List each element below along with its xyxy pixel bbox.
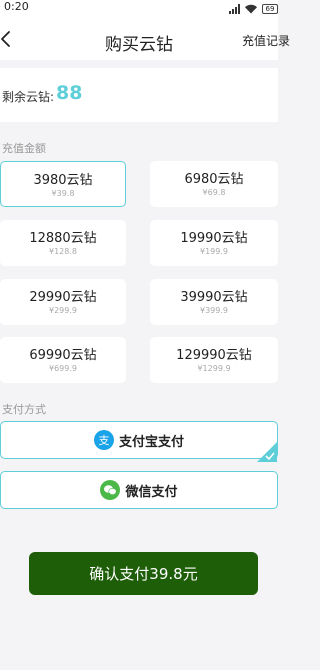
package-option[interactable]: 29990云钻 ¥299.9 — [0, 279, 126, 325]
status-bar: 0:20 69 — [0, 0, 278, 20]
nav-bar: 购买云钻 充值记录 — [0, 20, 290, 60]
wechat-pay-label: 微信支付 — [125, 484, 178, 500]
wechat-pay-option[interactable]: 微信支付 — [0, 471, 278, 509]
svg-text:支: 支 — [98, 434, 109, 447]
package-option[interactable]: 6980云钻 ¥69.8 — [150, 161, 278, 207]
package-price: ¥69.8 — [202, 188, 226, 197]
package-amount: 69990云钻 — [29, 348, 97, 363]
package-amount: 39990云钻 — [180, 290, 248, 305]
package-amount: 29990云钻 — [29, 290, 97, 305]
package-price: ¥128.8 — [49, 247, 77, 256]
balance-value: 88 — [56, 82, 83, 104]
package-amount: 129990云钻 — [176, 348, 252, 363]
package-option[interactable]: 129990云钻 ¥1299.9 — [150, 337, 278, 383]
status-icons: 69 — [229, 3, 278, 15]
page-title: 购买云钻 — [105, 35, 173, 55]
package-price: ¥699.9 — [49, 364, 77, 373]
package-amount: 19990云钻 — [180, 231, 248, 246]
alipay-option[interactable]: 支 支付宝支付 — [0, 421, 278, 462]
package-option[interactable]: 12880云钻 ¥128.8 — [0, 220, 126, 266]
wechat-icon — [100, 480, 121, 500]
package-price: ¥399.9 — [200, 306, 228, 315]
package-amount: 3980云钻 — [33, 173, 93, 188]
package-option[interactable]: 69990云钻 ¥699.9 — [0, 337, 126, 383]
status-time: 0:20 — [4, 0, 29, 13]
wifi-icon — [245, 4, 257, 14]
package-price: ¥39.8 — [51, 189, 75, 198]
package-price: ¥199.9 — [200, 247, 228, 256]
payment-section-label: 支付方式 — [2, 403, 46, 416]
battery-level: 69 — [265, 5, 275, 13]
amount-section-label: 充值金额 — [2, 142, 46, 155]
confirm-pay-button[interactable]: 确认支付39.8元 — [29, 552, 258, 595]
package-amount: 6980云钻 — [184, 172, 244, 187]
balance-card: 剩余云钻: 88 — [0, 68, 278, 122]
package-option[interactable]: 3980云钻 ¥39.8 — [0, 161, 126, 207]
alipay-label: 支付宝支付 — [118, 434, 184, 450]
balance-label: 剩余云钻: — [2, 90, 55, 104]
package-option[interactable]: 19990云钻 ¥199.9 — [150, 220, 278, 266]
package-amount: 12880云钻 — [29, 231, 97, 246]
package-price: ¥1299.9 — [197, 364, 231, 373]
selected-check-icon — [257, 442, 277, 462]
recharge-record-link[interactable]: 充值记录 — [242, 32, 290, 49]
battery-icon: 69 — [262, 4, 278, 14]
package-option[interactable]: 39990云钻 ¥399.9 — [150, 279, 278, 325]
signal-icon — [229, 4, 240, 14]
alipay-icon: 支 — [93, 430, 114, 450]
package-price: ¥299.9 — [49, 306, 77, 315]
